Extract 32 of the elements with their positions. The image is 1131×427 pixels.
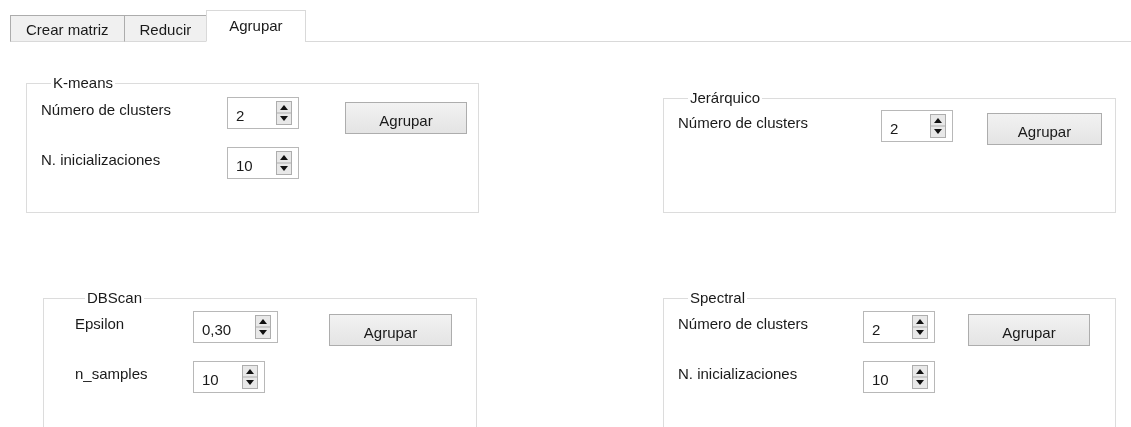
tab[interactable]: Agrupar (206, 10, 306, 42)
group-button[interactable]: Agrupar (345, 102, 467, 134)
number-field[interactable]: 0,30 (193, 311, 278, 343)
group-title: K-means (52, 75, 115, 91)
tab[interactable]: Reducir (123, 15, 208, 42)
field-label: n_samples (75, 364, 149, 382)
field-label: N. inicializaciones (41, 150, 162, 168)
group-title: DBScan (86, 290, 144, 306)
stepper-arrows-icon[interactable] (276, 101, 292, 125)
field-label: Número de clusters (41, 100, 173, 118)
field-label: N. inicializaciones (678, 364, 799, 382)
stepper-arrows-icon[interactable] (912, 365, 928, 389)
group-title: Jerárquico (689, 90, 762, 106)
stepper-arrows-icon[interactable] (276, 151, 292, 175)
number-field[interactable]: 10 (227, 147, 299, 179)
field-label: Número de clusters (678, 113, 810, 131)
group-button[interactable]: Agrupar (968, 314, 1090, 346)
stepper-arrows-icon[interactable] (930, 114, 946, 138)
group-title: Spectral (689, 290, 747, 306)
stepper-arrows-icon[interactable] (242, 365, 258, 389)
number-field[interactable]: 10 (193, 361, 265, 393)
number-field[interactable]: 2 (881, 110, 953, 142)
group-button[interactable]: Agrupar (987, 113, 1102, 145)
field-label: Epsilon (75, 314, 126, 332)
stepper-arrows-icon[interactable] (255, 315, 271, 339)
tab[interactable]: Crear matriz (10, 15, 125, 42)
stepper-arrows-icon[interactable] (912, 315, 928, 339)
number-field[interactable]: 2 (227, 97, 299, 129)
number-field[interactable]: 2 (863, 311, 935, 343)
group-button[interactable]: Agrupar (329, 314, 452, 346)
field-label: Número de clusters (678, 314, 810, 332)
number-field[interactable]: 10 (863, 361, 935, 393)
